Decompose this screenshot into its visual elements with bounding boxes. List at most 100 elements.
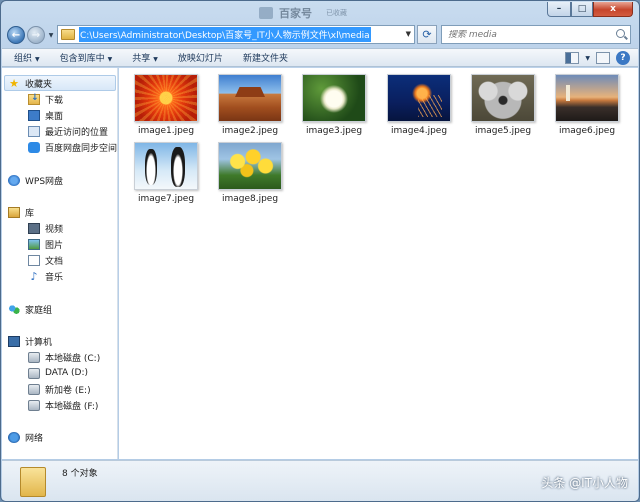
address-dropdown-icon[interactable]: ▼	[406, 30, 411, 38]
image-thumbnail	[302, 74, 366, 122]
app-logo-icon	[259, 7, 273, 19]
nav-item-desktop[interactable]: 桌面	[28, 108, 63, 122]
file-list[interactable]: image1.jpeg image2.jpeg image3.jpeg imag…	[119, 68, 638, 459]
file-item-image4[interactable]: image4.jpeg	[379, 74, 459, 138]
include-in-library-menu[interactable]: 包含到库中 ▼	[60, 51, 113, 64]
nav-item-music[interactable]: ♪ 音乐	[28, 269, 63, 283]
address-row: ← → ▼ C:\Users\Administrator\Desktop\百家号…	[7, 23, 633, 47]
nav-item-videos[interactable]: 视频	[28, 221, 63, 235]
nav-item-baidu-sync[interactable]: 百度网盘同步空间	[28, 140, 117, 154]
recent-pages-dropdown[interactable]: ▼	[46, 32, 56, 39]
hard-disk-icon	[28, 383, 40, 395]
image-thumbnail	[555, 74, 619, 122]
back-button[interactable]: ←	[7, 26, 25, 44]
file-name: image7.jpeg	[137, 194, 195, 204]
cloud-drive-icon	[8, 174, 20, 186]
watermark: 头条 @IT小人物	[541, 476, 628, 490]
library-icon	[8, 206, 20, 218]
file-item-image2[interactable]: image2.jpeg	[210, 74, 290, 138]
explorer-window: 百家号 已收藏 – □ x ← → ▼ C:\Users\Administrat…	[0, 0, 640, 502]
nav-wps-drive[interactable]: WPS网盘	[8, 173, 63, 187]
image-thumbnail	[218, 74, 282, 122]
help-icon[interactable]: ?	[616, 51, 630, 65]
nav-item-documents[interactable]: 文档	[28, 253, 63, 267]
hard-disk-icon	[28, 367, 40, 379]
file-item-image8[interactable]: image8.jpeg	[210, 142, 290, 206]
file-item-image3[interactable]: image3.jpeg	[294, 74, 374, 138]
title-ghost-text: 百家号	[279, 7, 312, 20]
title-ghost-small: 已收藏	[326, 9, 347, 17]
command-bar: 组织 ▼ 包含到库中 ▼ 共享 ▼ 放映幻灯片 新建文件夹 ▼ ?	[2, 48, 638, 67]
homegroup-icon	[8, 303, 20, 315]
folder-icon	[20, 467, 46, 497]
close-button[interactable]: x	[593, 2, 633, 17]
file-name: image6.jpeg	[558, 126, 616, 136]
item-count: 8 个对象	[62, 469, 98, 479]
star-icon: ★	[9, 76, 19, 90]
search-input[interactable]	[442, 29, 607, 40]
refresh-button[interactable]: ⟳	[417, 25, 437, 44]
slideshow-button[interactable]: 放映幻灯片	[178, 51, 223, 64]
window-controls: – □ x	[547, 2, 633, 17]
file-item-image1[interactable]: image1.jpeg	[126, 74, 206, 138]
nav-item-pictures[interactable]: 图片	[28, 237, 63, 251]
folder-icon	[61, 29, 75, 40]
file-name: image3.jpeg	[305, 126, 363, 136]
search-box[interactable]	[441, 25, 631, 44]
nav-item-drive-e[interactable]: 新加卷 (E:)	[28, 382, 91, 396]
toolbar-right: ▼ ?	[565, 51, 630, 65]
nav-item-drive-f[interactable]: 本地磁盘 (F:)	[28, 398, 98, 412]
forward-button[interactable]: →	[27, 26, 45, 44]
title-ghost: 百家号 已收藏	[259, 5, 409, 21]
nav-network[interactable]: 网络	[8, 430, 43, 444]
computer-icon	[8, 335, 20, 347]
address-path[interactable]: C:\Users\Administrator\Desktop\百家号_IT小人物…	[79, 27, 371, 42]
file-item-image6[interactable]: image6.jpeg	[547, 74, 627, 138]
search-icon[interactable]	[616, 29, 625, 38]
nav-favorites[interactable]: ★ 收藏夹	[8, 76, 52, 90]
image-thumbnail	[218, 142, 282, 190]
recent-places-icon	[28, 125, 40, 137]
new-folder-button[interactable]: 新建文件夹	[243, 51, 288, 64]
change-view-icon[interactable]	[565, 52, 580, 64]
view-options-dropdown[interactable]: ▼	[585, 55, 590, 62]
video-icon	[28, 222, 40, 234]
image-thumbnail	[134, 142, 198, 190]
nav-libraries[interactable]: 库	[8, 205, 34, 219]
image-thumbnail	[387, 74, 451, 122]
nav-item-drive-d[interactable]: DATA (D:)	[28, 366, 88, 380]
address-bar[interactable]: C:\Users\Administrator\Desktop\百家号_IT小人物…	[57, 25, 415, 44]
share-menu[interactable]: 共享 ▼	[132, 51, 158, 64]
preview-pane-icon[interactable]	[596, 52, 610, 64]
nav-computer[interactable]: 计算机	[8, 334, 52, 348]
file-item-image7[interactable]: image7.jpeg	[126, 142, 206, 206]
hard-disk-icon	[28, 351, 40, 363]
back-arrow-icon: ←	[11, 29, 21, 41]
music-note-icon: ♪	[30, 269, 38, 283]
document-icon	[28, 254, 40, 266]
file-name: image5.jpeg	[474, 126, 532, 136]
forward-arrow-icon: →	[31, 29, 41, 41]
maximize-button[interactable]: □	[571, 2, 593, 17]
file-name: image8.jpeg	[221, 194, 279, 204]
nav-item-downloads[interactable]: 下载	[28, 92, 63, 106]
chevron-down-icon: ▼	[153, 56, 158, 63]
network-icon	[8, 431, 20, 443]
download-folder-icon	[28, 93, 40, 105]
refresh-icon: ⟳	[422, 28, 432, 41]
organize-menu[interactable]: 组织 ▼	[14, 51, 40, 64]
navigation-pane: ★ 收藏夹 下载 桌面 最近访问的位置 百度网盘同步空间 WPS网盘 库	[2, 68, 118, 459]
file-name: image4.jpeg	[390, 126, 448, 136]
desktop-icon	[28, 109, 40, 121]
picture-icon	[28, 238, 40, 250]
file-item-image5[interactable]: image5.jpeg	[463, 74, 543, 138]
nav-item-drive-c[interactable]: 本地磁盘 (C:)	[28, 350, 100, 364]
hard-disk-icon	[28, 399, 40, 411]
nav-homegroup[interactable]: 家庭组	[8, 302, 52, 316]
minimize-button[interactable]: –	[547, 2, 571, 17]
nav-item-recent-places[interactable]: 最近访问的位置	[28, 124, 108, 138]
details-pane: 8 个对象 头条 @IT小人物	[2, 460, 638, 501]
file-name: image2.jpeg	[221, 126, 279, 136]
image-thumbnail	[471, 74, 535, 122]
cloud-sync-icon	[28, 141, 40, 153]
